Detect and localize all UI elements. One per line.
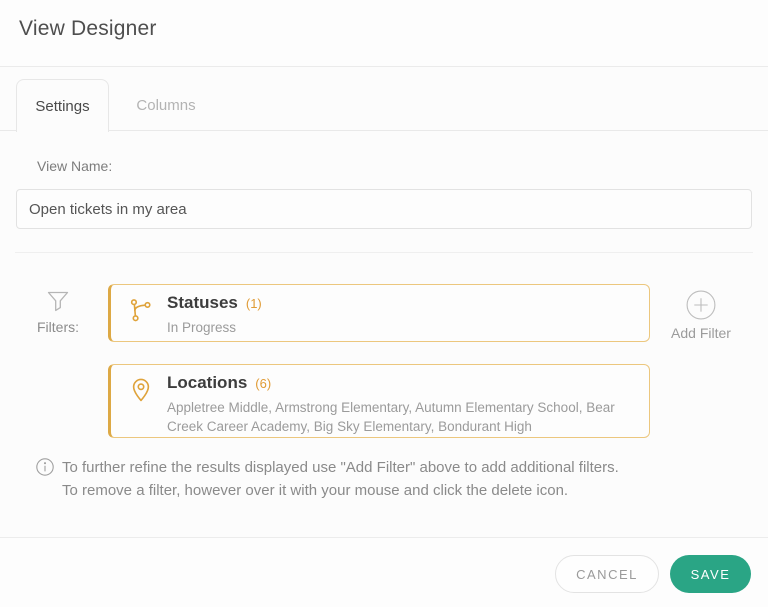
branch-icon: [130, 299, 151, 322]
tab-settings-label: Settings: [35, 97, 90, 115]
filter-summary: In Progress: [167, 320, 237, 335]
filter-card-statuses[interactable]: Statuses (1) In Progress: [108, 284, 650, 342]
funnel-icon: [47, 291, 69, 312]
dialog-header: View Designer: [0, 0, 768, 67]
add-filter-label: Add Filter: [671, 325, 731, 341]
tab-columns-label: Columns: [136, 96, 196, 114]
filter-name: Statuses: [167, 293, 238, 312]
info-icon: [36, 458, 54, 476]
tab-strip: Settings Columns: [0, 67, 768, 132]
add-filter-button[interactable]: Add Filter: [664, 290, 738, 341]
filters-section-label: Filters:: [30, 286, 86, 335]
filter-count-badge: (1): [245, 296, 262, 311]
filter-summary: Appletree Middle, Armstrong Elementary, …: [167, 400, 615, 434]
filter-title: Locations (6): [167, 373, 271, 393]
view-name-label: View Name:: [37, 158, 113, 174]
filter-count-badge: (6): [255, 376, 272, 391]
tab-settings[interactable]: Settings: [16, 79, 109, 132]
tab-columns[interactable]: Columns: [112, 79, 220, 131]
info-note-line2: To remove a filter, however over it with…: [62, 482, 569, 499]
map-pin-icon: [132, 378, 150, 402]
section-divider: [15, 252, 753, 253]
cancel-button[interactable]: CANCEL: [555, 555, 659, 593]
filter-title: Statuses (1): [167, 293, 262, 313]
view-name-input[interactable]: [16, 189, 752, 229]
page-title: View Designer: [19, 17, 157, 40]
view-designer-dialog: View Designer Settings Columns View Name…: [0, 0, 768, 607]
filter-name: Locations: [167, 373, 248, 392]
plus-circle-icon: [686, 290, 716, 320]
info-note: To further refine the results displayed …: [62, 456, 734, 502]
filter-card-locations[interactable]: Locations (6) Appletree Middle, Armstrong…: [108, 364, 650, 438]
dialog-footer: CANCEL SAVE: [0, 537, 768, 607]
filters-label: Filters:: [37, 319, 79, 335]
info-note-line1: To further refine the results displayed …: [62, 459, 619, 476]
save-button[interactable]: SAVE: [670, 555, 751, 593]
